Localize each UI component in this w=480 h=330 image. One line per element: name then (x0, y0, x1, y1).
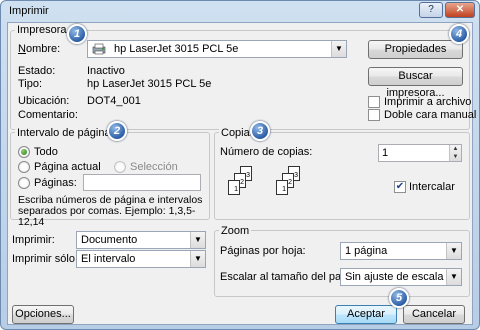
print-what-combo[interactable]: Documento ▼ (76, 231, 206, 249)
page-number: 3 (246, 172, 250, 179)
page-range-hint: Escriba números de página e intervalos s… (18, 194, 203, 228)
help-button[interactable]: ? (419, 2, 443, 18)
scale-value: Sin ajuste de escala (345, 271, 444, 283)
cancel-button[interactable]: Cancelar (403, 305, 465, 324)
location-value: DOT4_001 (87, 95, 141, 107)
callout-badge: 4 (449, 24, 469, 44)
printer-name-value: hp LaserJet 3015 PCL 5e (114, 43, 239, 55)
selection-radio[interactable] (114, 161, 126, 173)
page-number: 2 (288, 179, 292, 186)
comment-label: Comentario: (18, 109, 78, 121)
printer-icon (92, 43, 106, 55)
page-number: 2 (240, 179, 244, 186)
status-label: Estado: (18, 65, 56, 77)
chevron-down-icon[interactable]: ▼ (446, 243, 461, 259)
duplex-checkbox[interactable] (368, 109, 380, 121)
print-what-value: Documento (81, 234, 138, 246)
spinner-icon[interactable]: ▲ ▼ (449, 145, 461, 161)
chevron-down-icon[interactable]: ▼ (446, 269, 461, 285)
type-label: Tipo: (18, 78, 43, 90)
properties-button-label: Propiedades (384, 43, 447, 55)
callout-badge: 5 (389, 288, 409, 308)
collate-illustration: 3 2 1 3 2 1 (222, 166, 312, 214)
window-title: Imprimir (9, 5, 49, 17)
scale-label: Escalar al tamaño del papel: (220, 271, 359, 283)
print-only-combo[interactable]: El intervalo ▼ (76, 250, 206, 268)
printer-name-combo[interactable]: hp LaserJet 3015 PCL 5e ▼ (87, 40, 347, 58)
properties-button[interactable]: Propiedades (368, 40, 463, 59)
print-what-label: Imprimir: (12, 234, 55, 246)
scale-combo[interactable]: Sin ajuste de escala ▼ (340, 268, 462, 286)
page-number: 1 (282, 186, 286, 193)
all-pages-radio[interactable] (18, 146, 30, 158)
chevron-down-icon[interactable]: ▼ (331, 41, 346, 57)
pages-per-sheet-combo[interactable]: 1 página ▼ (340, 242, 462, 260)
ok-button-label: Aceptar (347, 308, 385, 320)
pages-label: Páginas: (34, 177, 77, 189)
print-to-file-label: Imprimir a archivo (384, 96, 472, 108)
title-bar: Imprimir ? ✕ (1, 1, 479, 21)
location-label: Ubicación: (18, 95, 70, 107)
chevron-down-icon[interactable]: ▼ (190, 232, 205, 248)
status-value: Inactivo (87, 65, 125, 77)
current-page-radio[interactable] (18, 161, 30, 173)
selection-label: Selección (130, 161, 178, 173)
chevron-down-icon[interactable]: ▼ (190, 251, 205, 267)
dialog-body: Impresora Nombre: hp LaserJet 3015 PCL 5… (7, 22, 477, 325)
print-only-value: El intervalo (81, 253, 136, 265)
all-pages-label: Todo (34, 146, 58, 158)
printer-name-label: Nombre: (18, 43, 61, 55)
callout-badge: 2 (107, 121, 127, 141)
close-button[interactable]: ✕ (445, 2, 475, 18)
collate-checkbox[interactable]: ✔ (394, 181, 406, 193)
print-to-file-checkbox[interactable] (368, 96, 380, 108)
copies-count-label: Número de copias: (220, 146, 313, 158)
type-value: hp LaserJet 3015 PCL 5e (87, 78, 212, 90)
copies-count-input[interactable]: 1 ▲ ▼ (378, 144, 462, 162)
callout-badge: 3 (250, 121, 270, 141)
collate-label: Intercalar (409, 181, 455, 193)
printer-group-label: Impresora (15, 24, 69, 36)
copies-count-value: 1 (382, 147, 389, 159)
cancel-button-label: Cancelar (411, 308, 457, 320)
duplex-label: Doble cara manual (384, 109, 477, 121)
find-printer-button-label: Buscar impresora... (386, 70, 445, 99)
options-button[interactable]: Opciones... (12, 305, 74, 324)
print-only-label: Imprimir sólo: (12, 253, 79, 265)
current-page-label: Página actual (34, 161, 101, 173)
pages-input[interactable] (83, 174, 201, 191)
page-number: 1 (234, 186, 238, 193)
print-dialog: Imprimir ? ✕ Impresora Nombre: hp LaserJ… (0, 0, 480, 330)
collate-page: 1 (228, 180, 240, 195)
callout-badge: 1 (67, 24, 87, 44)
options-button-label: Opciones... (15, 308, 71, 320)
ok-button[interactable]: Aceptar (335, 305, 397, 324)
zoom-group-label: Zoom (219, 225, 252, 237)
page-number: 3 (294, 172, 298, 179)
zoom-group (214, 230, 470, 297)
pages-radio[interactable] (18, 177, 30, 189)
collate-page: 1 (276, 180, 288, 195)
pages-per-sheet-label: Páginas por hoja: (220, 245, 306, 257)
find-printer-button[interactable]: Buscar impresora... (368, 67, 463, 99)
page-range-group-label: Intervalo de páginas (15, 127, 119, 139)
pages-per-sheet-value: 1 página (345, 245, 388, 257)
